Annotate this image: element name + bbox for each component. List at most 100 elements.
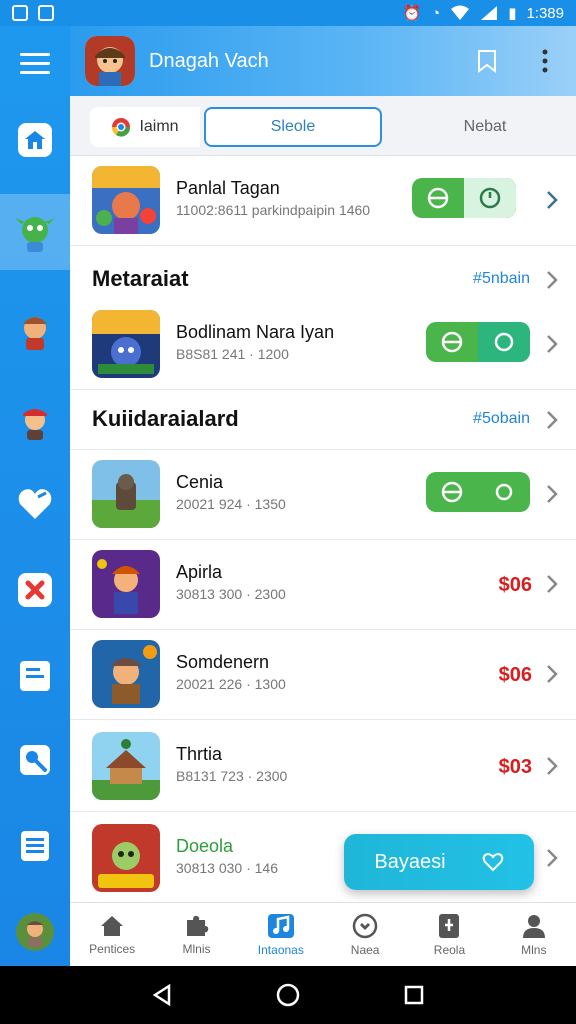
game-title: Bodlinam Nara Iyan — [176, 322, 335, 342]
status-bar: ⏰ ◔ ▮ 1:389 — [0, 0, 576, 26]
game-title: Doeola — [176, 836, 234, 856]
wifi-icon — [451, 5, 470, 20]
sidebar-item-game-3[interactable] — [0, 384, 70, 460]
hamburger-icon — [20, 53, 50, 74]
action-toggle[interactable] — [426, 472, 530, 512]
nav-item-intaonas[interactable]: Intaonas — [239, 903, 323, 966]
section-header: Kuiidaraialard #5obain — [70, 390, 576, 450]
chevron-right-icon — [547, 757, 558, 775]
globe-icon — [426, 322, 478, 362]
chevron-right-icon — [547, 191, 558, 209]
game-title: Panlal Tagan — [176, 178, 280, 198]
game-meta: 20021 924 · 1350 — [176, 496, 286, 512]
warrior-icon — [23, 317, 47, 350]
section-title: Kuiidaraialard — [92, 406, 239, 431]
heart-circle-icon — [352, 913, 378, 938]
tab-sleole[interactable]: Sleole — [204, 107, 382, 147]
sidebar-profile[interactable] — [0, 894, 70, 970]
notification-icon — [12, 5, 28, 21]
game-title: Somdenern — [176, 652, 270, 672]
list-item[interactable]: Bodlinam Nara Iyan B8S81 241 · 1200 — [70, 300, 576, 390]
heart-outline-icon — [482, 853, 503, 872]
shield-icon: ◔ — [431, 4, 441, 22]
page-title: Dnagah Vach — [149, 49, 269, 72]
list-item[interactable]: Apirla 30813 300 · 2300 $06 — [70, 540, 576, 630]
recents-icon[interactable] — [403, 984, 425, 1006]
app-header: Dnagah Vach — [70, 26, 576, 96]
list-item[interactable]: Thrtia B8131 723 · 2300 $03 — [70, 722, 576, 812]
sidebar-item-documents[interactable] — [0, 808, 70, 884]
floating-action-button[interactable]: Bayaesi — [344, 834, 534, 890]
sidebar-item-favorites[interactable] — [0, 466, 70, 542]
price-label: $06 — [498, 574, 532, 596]
game-meta: B8131 723 · 2300 — [176, 768, 288, 784]
close-icon — [18, 573, 52, 607]
chevron-right-icon — [547, 271, 558, 289]
heart-icon — [18, 489, 52, 519]
sidebar-item-notes[interactable] — [0, 638, 70, 714]
app-logo-icon — [85, 36, 135, 86]
chevron-right-icon — [547, 575, 558, 593]
action-toggle[interactable] — [426, 322, 530, 362]
nav-item-reola[interactable]: Reola — [407, 903, 491, 966]
more-vertical-icon — [542, 49, 548, 73]
wrench-icon — [20, 745, 50, 775]
sidebar-item-home[interactable] — [0, 102, 70, 178]
system-navigation-bar — [0, 966, 576, 1024]
fab-label: Bayaesi — [374, 850, 446, 873]
chevron-right-icon — [547, 665, 558, 683]
house-icon — [101, 915, 124, 936]
nav-item-mlns[interactable]: Mlns — [492, 903, 576, 966]
home-circle-icon[interactable] — [275, 982, 301, 1008]
game-title: Thrtia — [176, 744, 223, 764]
chevron-right-icon — [547, 411, 558, 429]
puzzle-icon — [187, 915, 209, 936]
more-options-button[interactable] — [528, 44, 562, 78]
game-thumbnail — [92, 460, 160, 528]
game-thumbnail — [92, 824, 160, 892]
game-meta: 11002:8611 parkindpaipin 1460 — [176, 202, 371, 218]
bookmark-icon — [478, 50, 496, 73]
clock: 1:389 — [526, 4, 564, 22]
game-thumbnail — [92, 166, 160, 234]
goblin-icon — [15, 217, 55, 252]
nav-item-pentices[interactable]: Pentices — [70, 903, 154, 966]
action-toggle[interactable] — [412, 178, 516, 218]
tab-bar: Iaimn Sleole Nebat — [70, 96, 576, 156]
featured-row[interactable]: Panlal Tagan 11002:8611 parkindpaipin 14… — [70, 156, 576, 246]
back-icon[interactable] — [151, 983, 173, 1007]
tab-iaimn[interactable]: Iaimn — [90, 107, 200, 147]
section-title: Metaraiat — [92, 266, 189, 291]
timer-icon — [478, 322, 530, 362]
user-icon — [522, 914, 545, 938]
list-item[interactable]: Cenia 20021 924 · 1350 — [70, 450, 576, 540]
bookmark-button[interactable] — [470, 44, 504, 78]
game-thumbnail — [92, 640, 160, 708]
game-title: Cenia — [176, 472, 224, 492]
game-meta: 30813 030 · 146 — [176, 860, 278, 876]
music-icon — [267, 913, 294, 938]
sidebar-item-tools[interactable] — [0, 722, 70, 798]
game-thumbnail — [92, 310, 160, 378]
nav-item-naea[interactable]: Naea — [323, 903, 407, 966]
home-icon — [18, 123, 52, 157]
sidebar-item-game-2[interactable] — [0, 294, 70, 370]
avatar — [16, 913, 54, 951]
chevron-right-icon — [547, 485, 558, 503]
menu-button[interactable] — [0, 26, 70, 102]
chevron-right-icon — [547, 849, 558, 867]
nav-item-mlnis[interactable]: Mlnis — [154, 903, 238, 966]
tab-nebat[interactable]: Nebat — [420, 107, 550, 147]
battery-icon: ▮ — [508, 5, 517, 22]
see-all-link[interactable]: #5nbain — [473, 270, 530, 288]
tab-label: Iaimn — [139, 118, 179, 135]
game-thumbnail — [92, 732, 160, 800]
price-label: $06 — [498, 664, 532, 686]
bottom-navigation: Pentices Mlnis Intaonas Naea Reola Mlns — [70, 902, 576, 966]
globe-icon — [426, 472, 478, 512]
sidebar-item-game-1[interactable] — [0, 194, 70, 270]
sidebar-item-close[interactable] — [0, 552, 70, 628]
list-item[interactable]: Somdenern 20021 226 · 1300 $06 — [70, 630, 576, 720]
see-all-link[interactable]: #5obain — [473, 410, 530, 428]
chevron-right-icon — [547, 335, 558, 353]
